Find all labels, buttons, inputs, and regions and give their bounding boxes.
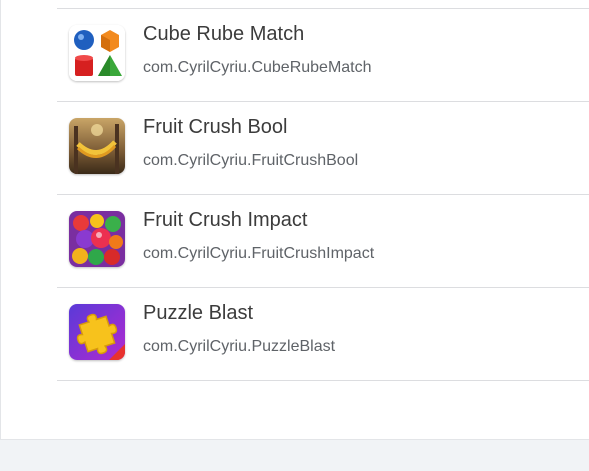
fruit-crush-impact-icon [69,211,125,267]
app-name: Cube Rube Match [143,23,305,45]
app-item-puzzle-blast[interactable]: Puzzle Blast com.CyrilCyriu.PuzzleBlast [57,288,589,381]
app-package: com.CyrilCyriu.CubeRubeMatch [143,59,372,76]
app-name: Fruit Crush Impact [143,209,308,231]
app-package: com.CyrilCyriu.PuzzleBlast [143,338,336,355]
app-name: Fruit Crush Bool [143,116,288,138]
app-list: Cube Rube Match com.CyrilCyriu.CubeRubeM… [57,9,589,381]
cube-rube-match-icon [69,25,125,81]
app-item-cube-rube-match[interactable]: Cube Rube Match com.CyrilCyriu.CubeRubeM… [57,9,589,102]
puzzle-blast-icon [69,304,125,360]
fruit-crush-bool-icon [69,118,125,174]
app-item-fruit-crush-impact[interactable]: Fruit Crush Impact com.CyrilCyriu.FruitC… [57,195,589,288]
app-item-fruit-crush-bool[interactable]: Fruit Crush Bool com.CyrilCyriu.FruitCru… [57,102,589,195]
app-package: com.CyrilCyriu.FruitCrushImpact [143,245,375,262]
app-list-card: Cube Rube Match com.CyrilCyriu.CubeRubeM… [0,0,589,440]
app-package: com.CyrilCyriu.FruitCrushBool [143,152,359,169]
app-name: Puzzle Blast [143,302,254,324]
